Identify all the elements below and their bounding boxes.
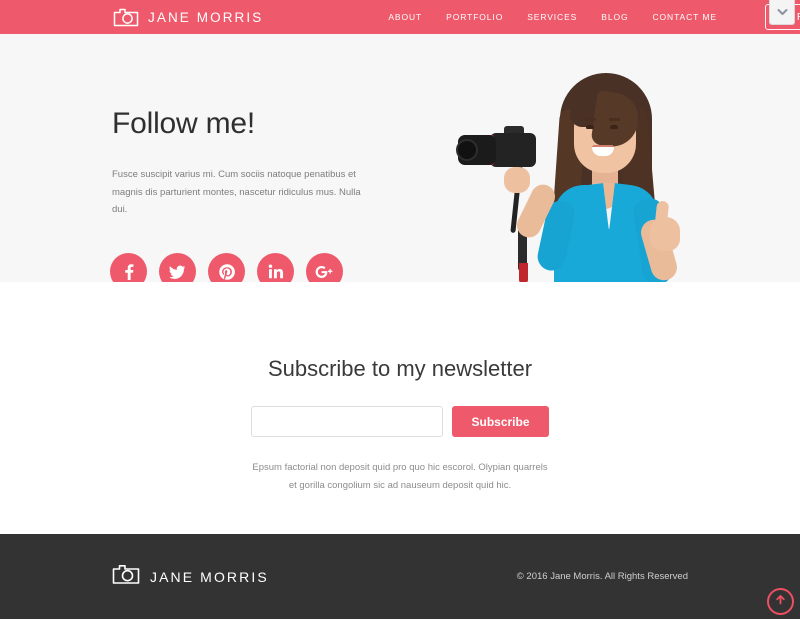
nav-item-portfolio[interactable]: PORTFOLIO — [446, 12, 503, 22]
newsletter-note: Epsum factorial non deposit quid pro quo… — [252, 462, 548, 492]
photo-eye-right — [610, 125, 618, 129]
photo-hand-right — [650, 217, 680, 251]
photo-eye-left — [586, 125, 594, 129]
scroll-to-top-button[interactable] — [767, 588, 794, 615]
site-footer: JANE MORRIS © 2016 Jane Morris. All Righ… — [0, 534, 800, 619]
hero-paragraph: Fusce suscipit varius mi. Cum sociis nat… — [112, 169, 361, 216]
main-navigation: ABOUT PORTFOLIO SERVICES BLOG CONTACT ME… — [388, 4, 800, 30]
camera-icon — [113, 7, 139, 27]
header-brand-name: JANE MORRIS — [148, 9, 264, 25]
social-facebook-button[interactable] — [110, 253, 147, 282]
footer-brand-logo[interactable]: JANE MORRIS — [112, 563, 269, 590]
subscribe-button[interactable]: Subscribe — [452, 406, 549, 437]
nav-item-about[interactable]: ABOUT — [388, 12, 422, 22]
googleplus-icon — [315, 264, 335, 280]
newsletter-title: Subscribe to my newsletter — [267, 356, 533, 381]
photo-camera-body — [490, 133, 536, 167]
copyright-text: © 2016 Jane Morris. All Rights Reserved — [516, 571, 688, 582]
facebook-icon — [120, 263, 138, 281]
site-header: JANE MORRIS ABOUT PORTFOLIO SERVICES BLO… — [0, 0, 800, 34]
nav-item-blog[interactable]: BLOG — [601, 12, 628, 22]
camera-icon — [112, 563, 140, 590]
hero-photographer-photo — [442, 67, 712, 282]
hero-copy: Follow me! Fusce suscipit varius mi. Cum… — [112, 107, 377, 219]
arrow-up-circle-icon — [774, 593, 787, 611]
chevron-down-icon — [777, 3, 788, 21]
photo-brow-left — [585, 118, 596, 121]
photo-hand-left — [504, 167, 530, 193]
social-pinterest-button[interactable] — [208, 253, 245, 282]
browser-dropdown-chip[interactable] — [769, 0, 795, 25]
hero-section: Follow me! Fusce suscipit varius mi. Cum… — [0, 34, 800, 282]
newsletter-email-input[interactable] — [251, 406, 444, 437]
social-linkedin-button[interactable] — [257, 253, 294, 282]
nav-item-contact-me[interactable]: CONTACT ME — [652, 12, 716, 22]
subscribe-form: Subscribe — [0, 406, 800, 437]
photo-camera-strap-red — [519, 263, 528, 282]
newsletter-section: Subscribe to my newsletter Subscribe Eps… — [0, 282, 800, 534]
photo-camera-glass — [456, 139, 478, 161]
footer-brand-name: JANE MORRIS — [150, 568, 269, 585]
social-googleplus-button[interactable] — [306, 253, 343, 282]
hero-title: Follow me! — [112, 107, 256, 140]
header-brand-logo[interactable]: JANE MORRIS — [113, 7, 263, 27]
linkedin-icon — [267, 263, 284, 280]
social-twitter-button[interactable] — [159, 253, 196, 282]
social-links — [110, 253, 343, 282]
twitter-icon — [168, 262, 187, 281]
nav-item-services[interactable]: SERVICES — [527, 12, 577, 22]
pinterest-icon — [218, 263, 236, 281]
photo-brow-right — [609, 118, 620, 121]
